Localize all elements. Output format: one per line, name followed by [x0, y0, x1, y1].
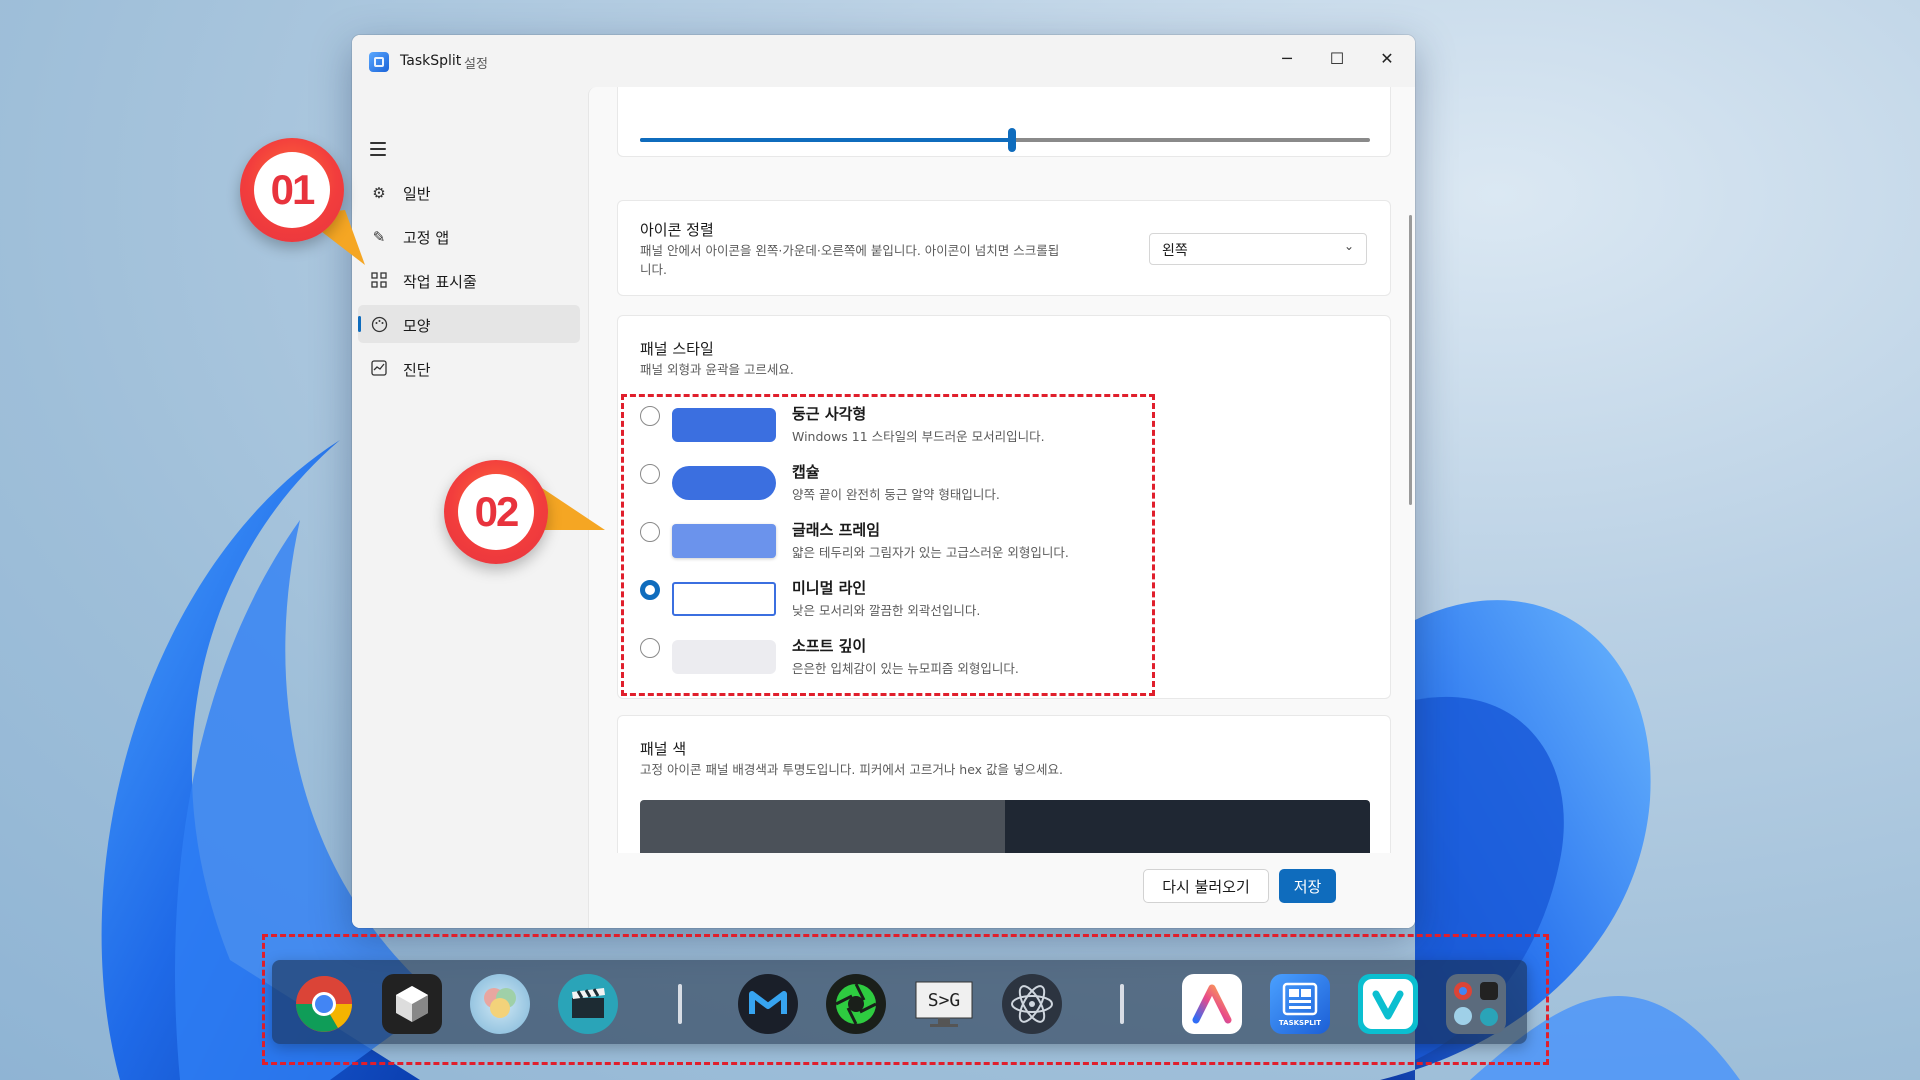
icon-alignment-title: 아이콘 정렬 — [640, 221, 714, 239]
icon-alignment-description-line1: 패널 안에서 아이콘을 왼쪽·가운데·오른쪽에 붙입니다. 아이콘이 넘치면 스… — [640, 243, 1060, 258]
sidebar-item-general[interactable]: ⚙ 일반 — [358, 173, 580, 211]
brain-app-icon[interactable] — [470, 974, 530, 1034]
save-button[interactable]: 저장 — [1279, 869, 1336, 903]
chevron-down-icon: ⌄ — [1343, 239, 1354, 253]
title-bar[interactable]: TaskSplit 설정 ─ ☐ ✕ — [352, 35, 1415, 87]
maximize-button[interactable]: ☐ — [1314, 41, 1360, 75]
chrome-icon[interactable] — [294, 974, 354, 1034]
window-app-name: TaskSplit — [400, 53, 462, 69]
sidebar-item-label: 진단 — [403, 361, 431, 379]
sidebar-item-taskbar[interactable]: 작업 표시줄 — [358, 261, 580, 299]
taskbar-panel: S>G TASKSPLIT — [272, 960, 1527, 1044]
minimize-button[interactable]: ─ — [1264, 41, 1310, 75]
sidebar-item-about[interactable]: 정보 — [358, 919, 580, 928]
slider-fill — [640, 138, 1013, 142]
color-swatch-right — [1005, 800, 1370, 860]
sidebar-item-diagnostics[interactable]: 진단 — [358, 349, 580, 387]
sidebar-item-label: 작업 표시줄 — [403, 273, 477, 291]
slider-card — [617, 87, 1391, 157]
s-g-terminal-icon[interactable]: S>G — [914, 974, 974, 1034]
sidebar-item-appearance[interactable]: 모양 — [358, 305, 580, 343]
panel-color-title: 패널 색 — [640, 740, 687, 758]
badge-number: 01 — [270, 166, 316, 213]
tasksplit-label: TASKSPLIT — [1278, 1019, 1322, 1027]
aperture-icon[interactable] — [826, 974, 886, 1034]
scrollbar[interactable] — [1409, 215, 1412, 505]
select-value: 왼쪽 — [1162, 243, 1188, 259]
panel-color-description: 고정 아이콘 패널 배경색과 투명도입니다. 피커에서 고르거나 hex 값을 … — [640, 762, 1063, 777]
active-indicator — [358, 316, 361, 332]
icon-alignment-card: 아이콘 정렬 패널 안에서 아이콘을 왼쪽·가운데·오른쪽에 붙입니다. 아이콘… — [617, 200, 1391, 296]
taskbar-separator — [1120, 984, 1124, 1024]
panel-style-description: 패널 외형과 윤곽을 고르세요. — [640, 362, 794, 377]
step-badge-02: 02 — [444, 460, 548, 564]
reload-button[interactable]: 다시 불러오기 — [1143, 869, 1269, 903]
color-picker-preview[interactable] — [640, 800, 1370, 860]
color-swatch-left — [640, 800, 1005, 860]
v-logo-icon[interactable] — [1358, 974, 1418, 1034]
badge-number: 02 — [474, 488, 520, 535]
highlight-panel-style-options — [621, 394, 1155, 696]
close-button[interactable]: ✕ — [1364, 41, 1410, 75]
clapper-app-icon[interactable] — [558, 974, 618, 1034]
sidebar-item-label: 고정 앱 — [403, 229, 450, 247]
window-title-suffix: 설정 — [464, 57, 488, 72]
palette-icon — [370, 316, 388, 334]
tasksplit-icon[interactable]: TASKSPLIT — [1270, 974, 1330, 1034]
icon-alignment-description-line2: 니다. — [640, 262, 667, 277]
a-logo-icon[interactable] — [1182, 974, 1242, 1034]
icon-alignment-select[interactable]: 왼쪽 ⌄ — [1149, 233, 1367, 265]
app-group-icon[interactable] — [1446, 974, 1506, 1034]
tasksplit-app-icon — [369, 52, 389, 72]
sidebar-item-pinned-apps[interactable]: ✎ 고정 앱 — [358, 217, 580, 255]
size-slider[interactable] — [640, 128, 1370, 152]
slider-thumb[interactable] — [1008, 128, 1017, 152]
m-logo-icon[interactable] — [738, 974, 798, 1034]
sidebar-item-label: 일반 — [403, 185, 431, 203]
step-badge-01: 01 — [240, 138, 344, 242]
taskbar-separator — [678, 984, 682, 1024]
terminal-label: S>G — [927, 990, 961, 1011]
atom-icon[interactable] — [1002, 974, 1062, 1034]
sidebar-item-label: 모양 — [403, 317, 431, 335]
cube-app-icon[interactable] — [382, 974, 442, 1034]
chart-icon — [370, 360, 388, 378]
panel-style-title: 패널 스타일 — [640, 340, 714, 358]
